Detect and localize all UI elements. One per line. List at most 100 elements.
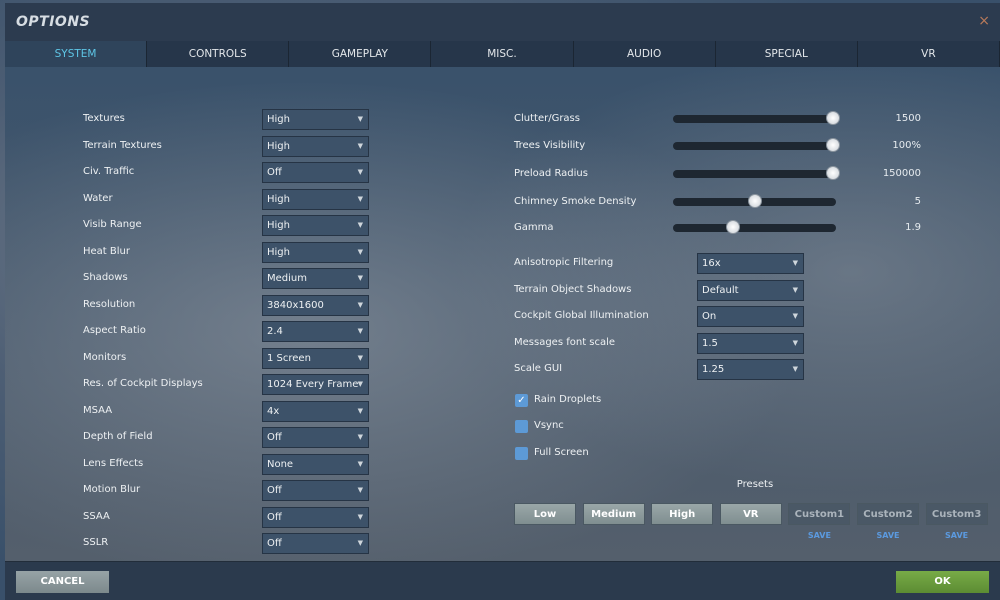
save-preset-link[interactable]: SAVE: [857, 531, 919, 540]
slider-handle[interactable]: [726, 220, 741, 234]
setting-label: Motion Blur: [83, 484, 141, 495]
setting-dropdown[interactable]: 3840x1600 ▼: [262, 294, 369, 316]
slider-label: Preload Radius: [514, 168, 588, 179]
chevron-down-icon: ▼: [357, 221, 363, 229]
chevron-down-icon: ▼: [357, 459, 363, 468]
setting-label: Water: [83, 192, 113, 204]
tab-gameplay[interactable]: GAMEPLAY: [289, 41, 432, 67]
setting-label: MSAA: [83, 404, 113, 416]
tab-vr[interactable]: VR: [857, 41, 1000, 67]
slider-handle[interactable]: [748, 194, 762, 208]
preset-custom1-button[interactable]: Custom1: [788, 503, 851, 525]
ok-button[interactable]: OK: [896, 571, 989, 593]
chevron-down-icon: ▼: [357, 486, 363, 494]
slider-label: Trees Visibility: [514, 140, 586, 151]
slider-track[interactable]: [673, 138, 840, 152]
slider-track[interactable]: [673, 194, 836, 208]
chevron-down-icon: ▼: [792, 259, 798, 267]
tab-bar: SYSTEM CONTROLS GAMEPLAY MISC. AUDIO SPECIAL V…: [5, 41, 1000, 67]
chevron-down-icon: ▼: [792, 365, 798, 373]
presets-title: Presets: [736, 479, 774, 490]
setting-dropdown[interactable]: None ▼: [262, 453, 369, 475]
tab-controls[interactable]: CONTROLS: [147, 41, 290, 67]
setting-dropdown[interactable]: 1.5 ▼: [697, 332, 804, 354]
dropdown-value: High: [267, 140, 290, 152]
slider-value: 100%: [892, 140, 921, 151]
setting-dropdown[interactable]: 1 Screen ▼: [262, 347, 369, 369]
setting-label: Depth of Field: [83, 431, 153, 442]
setting-dropdown[interactable]: High ▼: [262, 109, 369, 130]
cancel-button[interactable]: CANCEL: [16, 571, 109, 593]
setting-dropdown[interactable]: 16x ▼: [697, 253, 804, 274]
tab-special[interactable]: SPECIAL: [715, 41, 858, 67]
setting-dropdown[interactable]: Off ▼: [262, 480, 369, 501]
setting-label: Visib Range: [83, 219, 142, 230]
setting-dropdown[interactable]: 1024 Every Frame ▼: [262, 374, 369, 395]
setting-label: Cockpit Global Illumination: [514, 310, 649, 321]
slider-track[interactable]: [673, 220, 836, 234]
chevron-down-icon: ▼: [792, 312, 798, 320]
dropdown-value: 2.4: [267, 326, 283, 337]
dropdown-value: High: [267, 220, 290, 231]
chevron-down-icon: ▼: [357, 247, 363, 256]
setting-dropdown[interactable]: On ▼: [697, 306, 804, 327]
dropdown-value: Off: [267, 167, 282, 178]
chevron-down-icon: ▼: [357, 433, 363, 441]
setting-label: Messages font scale: [514, 336, 616, 348]
tab-audio[interactable]: AUDIO: [573, 41, 716, 67]
preset-low-button[interactable]: Low: [514, 503, 576, 525]
chevron-down-icon: ▼: [357, 274, 363, 282]
chevron-down-icon: ▼: [792, 285, 798, 294]
save-preset-link[interactable]: SAVE: [788, 531, 850, 540]
setting-dropdown[interactable]: High ▼: [262, 241, 369, 263]
tab-misc[interactable]: MISC.: [431, 41, 574, 67]
preset-medium-button[interactable]: Medium: [582, 503, 645, 525]
chevron-down-icon: ▼: [357, 406, 363, 415]
slider-track[interactable]: [673, 111, 840, 125]
preset-custom2-button[interactable]: Custom2: [857, 503, 919, 525]
slider-handle[interactable]: [826, 138, 840, 152]
dropdown-value: 16x: [702, 258, 721, 269]
setting-dropdown[interactable]: High ▼: [262, 188, 369, 210]
preset-high-button[interactable]: High: [651, 503, 714, 525]
chevron-down-icon: ▼: [357, 141, 363, 150]
chevron-down-icon: ▼: [357, 168, 363, 176]
dropdown-value: On: [702, 311, 717, 322]
slider-value: 1.9: [905, 222, 921, 233]
setting-dropdown[interactable]: Off ▼: [262, 533, 369, 554]
slider-track[interactable]: [673, 166, 840, 180]
chevron-down-icon: ▼: [792, 338, 798, 347]
chevron-down-icon: ▼: [357, 300, 363, 309]
dropdown-value: Default: [702, 284, 739, 296]
checkbox[interactable]: ✓: [515, 394, 528, 407]
checkbox[interactable]: [515, 446, 528, 460]
tab-system[interactable]: SYSTEM: [5, 41, 148, 67]
setting-dropdown[interactable]: High ▼: [262, 215, 369, 236]
slider-handle[interactable]: [826, 166, 840, 180]
slider-handle[interactable]: [826, 111, 840, 125]
preset-vr-button[interactable]: VR: [719, 503, 782, 525]
dropdown-value: None: [267, 458, 294, 470]
setting-label: Resolution: [83, 298, 136, 310]
slider-label: Chimney Smoke Density: [514, 196, 637, 207]
setting-dropdown[interactable]: Medium ▼: [262, 268, 369, 289]
setting-label: SSAA: [83, 510, 110, 522]
setting-dropdown[interactable]: 4x ▼: [262, 400, 369, 422]
dropdown-value: Off: [267, 485, 282, 496]
setting-dropdown[interactable]: 1.25 ▼: [697, 359, 804, 380]
preset-custom3-button[interactable]: Custom3: [925, 503, 988, 525]
dropdown-value: 3840x1600: [267, 299, 324, 311]
setting-dropdown[interactable]: Default ▼: [697, 279, 804, 301]
setting-dropdown[interactable]: Off ▼: [262, 506, 369, 528]
close-icon[interactable]: ×: [978, 13, 990, 29]
setting-label: Terrain Object Shadows: [514, 283, 632, 295]
setting-dropdown[interactable]: Off ▼: [262, 427, 369, 448]
slider-value: 5: [914, 196, 921, 207]
chevron-down-icon: ▼: [357, 115, 363, 123]
checkbox[interactable]: [515, 420, 528, 434]
setting-dropdown[interactable]: 2.4 ▼: [262, 321, 369, 342]
footer: CANCEL OK: [5, 561, 1000, 600]
setting-dropdown[interactable]: Off ▼: [262, 162, 369, 183]
setting-dropdown[interactable]: High ▼: [262, 135, 369, 157]
save-preset-link[interactable]: SAVE: [926, 531, 988, 540]
